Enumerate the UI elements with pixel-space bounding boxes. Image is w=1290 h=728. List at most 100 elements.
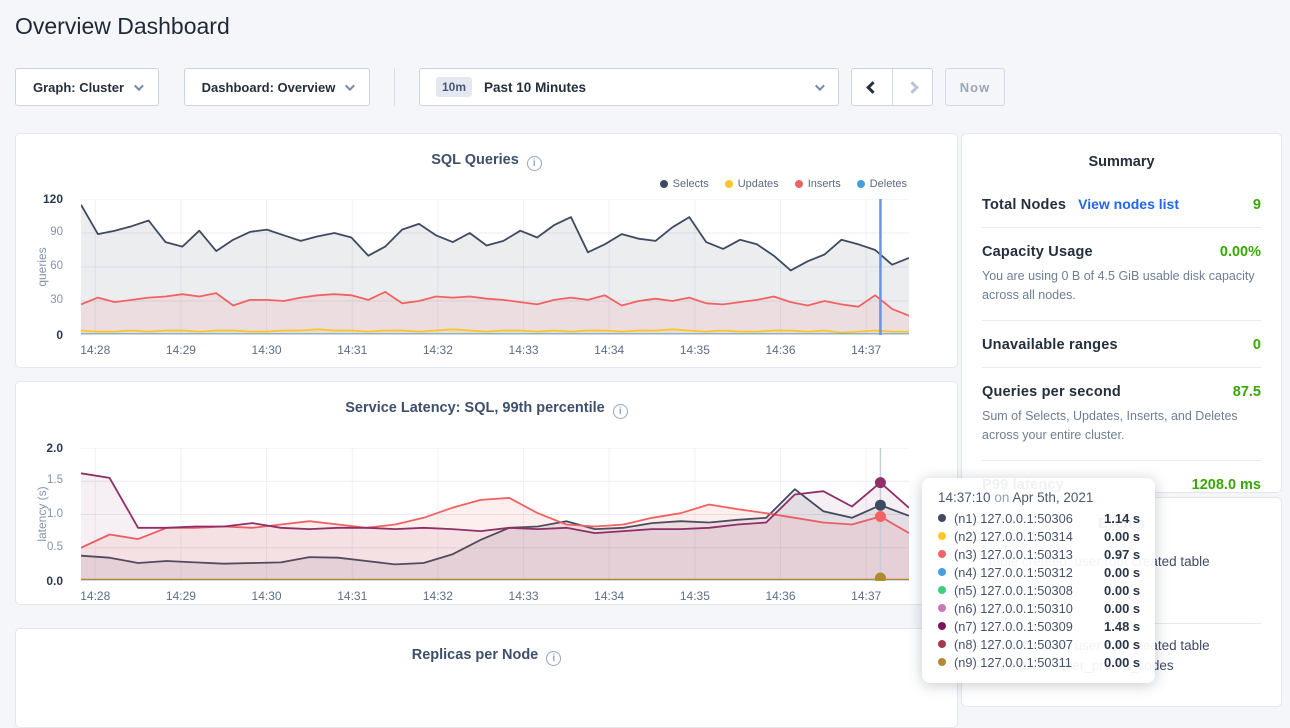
p99-latency-value: 1208.0 ms — [1192, 477, 1261, 493]
summary-title: Summary — [982, 134, 1261, 170]
replicas-per-node-title: Replicas per Node i — [16, 647, 957, 666]
tooltip-node-row: (n8) 127.0.0.1:503070.00 s — [938, 635, 1141, 653]
sql-queries-panel: SQL Queriesi Selects Updates Inserts Delete… — [15, 133, 958, 368]
chevron-down-icon — [815, 81, 825, 91]
x-tick-label: 14:28 — [80, 343, 110, 357]
sql-y-axis-label: queries — [35, 247, 49, 286]
tooltip-node-value: 1.48 s — [1104, 619, 1140, 634]
legend-dot-icon — [857, 180, 865, 188]
sql-queries-title: SQL Queriesi — [16, 152, 957, 171]
time-step-group — [851, 68, 933, 106]
node-color-dot-icon — [938, 532, 946, 540]
x-tick-label: 14:28 — [80, 589, 110, 603]
unavailable-ranges-label: Unavailable ranges — [982, 337, 1118, 353]
toolbar-divider — [394, 68, 395, 106]
node-color-dot-icon — [938, 658, 946, 666]
time-step-back-button[interactable] — [852, 69, 892, 105]
capacity-description: You are using 0 B of 4.5 GiB usable disk… — [982, 260, 1261, 306]
legend-dot-icon — [725, 180, 733, 188]
legend-item-inserts[interactable]: Inserts — [795, 178, 841, 190]
graph-dropdown-label: Graph: Cluster — [33, 80, 124, 95]
capacity-label: Capacity Usage — [982, 244, 1093, 260]
tooltip-node-name: (n7) 127.0.0.1:50309 — [954, 619, 1104, 634]
now-button[interactable]: Now — [945, 68, 1005, 106]
total-nodes-label: Total Nodes — [982, 197, 1066, 213]
tooltip-node-value: 0.00 s — [1104, 565, 1140, 580]
legend-item-updates[interactable]: Updates — [725, 178, 779, 190]
service-latency-title-text: Service Latency: SQL, 99th percentile — [345, 400, 605, 416]
time-step-forward-button[interactable] — [892, 69, 932, 105]
tooltip-timestamp: 14:37:10 on Apr 5th, 2021 — [938, 490, 1141, 509]
x-tick-label: 14:31 — [337, 343, 367, 357]
node-color-dot-icon — [938, 622, 946, 630]
x-tick-label: 14:32 — [423, 343, 453, 357]
node-color-dot-icon — [938, 640, 946, 648]
node-color-dot-icon — [938, 568, 946, 576]
tooltip-node-name: (n4) 127.0.0.1:50312 — [954, 565, 1104, 580]
tooltip-time: 14:37:10 — [938, 490, 991, 505]
y-tick-label: 1.5 — [16, 474, 72, 486]
info-icon[interactable]: i — [527, 156, 542, 171]
legend-dot-icon — [660, 180, 668, 188]
node-color-dot-icon — [938, 586, 946, 594]
graph-dropdown[interactable]: Graph: Cluster — [15, 68, 159, 106]
legend-label: Updates — [738, 178, 779, 190]
replicas-title-text: Replicas per Node — [412, 647, 539, 663]
tooltip-node-value: 1.14 s — [1104, 511, 1140, 526]
x-tick-label: 14:37 — [851, 589, 881, 603]
y-tick-label: 0.5 — [16, 541, 72, 553]
tooltip-rows: (n1) 127.0.0.1:503061.14 s(n2) 127.0.0.1… — [938, 509, 1141, 671]
y-tick-label: 0.0 — [16, 574, 72, 588]
summary-capacity: Capacity Usage 0.00% You are using 0 B o… — [982, 228, 1261, 321]
x-tick-label: 14:36 — [765, 343, 795, 357]
x-tick-label: 14:35 — [680, 343, 710, 357]
tooltip-date: Apr 5th, 2021 — [1012, 490, 1093, 505]
total-nodes-value: 9 — [1253, 197, 1261, 213]
info-icon[interactable]: i — [613, 404, 628, 419]
summary-total-nodes: Total Nodes View nodes list 9 — [982, 180, 1261, 228]
tooltip-node-row: (n9) 127.0.0.1:503110.00 s — [938, 653, 1141, 671]
service-latency-chart[interactable] — [81, 448, 909, 581]
x-tick-label: 14:37 — [851, 343, 881, 357]
dashboard-dropdown-label: Dashboard: Overview — [202, 80, 336, 95]
capacity-value: 0.00% — [1220, 244, 1261, 260]
x-tick-label: 14:33 — [509, 343, 539, 357]
view-nodes-list-link[interactable]: View nodes list — [1078, 196, 1179, 212]
service-latency-panel: Service Latency: SQL, 99th percentile i 0… — [15, 381, 958, 605]
y-tick-label: 0 — [16, 328, 72, 342]
time-range-badge: 10m — [436, 77, 472, 97]
node-color-dot-icon — [938, 550, 946, 558]
info-icon[interactable]: i — [546, 651, 561, 666]
tooltip-node-row: (n6) 127.0.0.1:503100.00 s — [938, 599, 1141, 617]
tooltip-node-name: (n9) 127.0.0.1:50311 — [954, 655, 1104, 670]
latency-y-axis-label: latency (s) — [35, 486, 49, 541]
tooltip-node-row: (n2) 127.0.0.1:503140.00 s — [938, 527, 1141, 545]
tooltip-node-name: (n5) 127.0.0.1:50308 — [954, 583, 1104, 598]
dashboard-dropdown[interactable]: Dashboard: Overview — [184, 68, 370, 106]
x-tick-label: 14:31 — [337, 589, 367, 603]
service-latency-title: Service Latency: SQL, 99th percentile i — [16, 400, 957, 419]
time-range-dropdown[interactable]: 10m Past 10 Minutes — [419, 68, 839, 106]
legend-item-deletes[interactable]: Deletes — [857, 178, 907, 190]
tooltip-node-name: (n8) 127.0.0.1:50307 — [954, 637, 1104, 652]
tooltip-node-value: 0.00 s — [1104, 637, 1140, 652]
tooltip-node-value: 0.00 s — [1104, 601, 1140, 616]
tooltip-node-name: (n6) 127.0.0.1:50310 — [954, 601, 1104, 616]
tooltip-node-value: 0.00 s — [1104, 583, 1140, 598]
y-tick-label: 30 — [16, 294, 72, 306]
unavailable-ranges-value: 0 — [1253, 337, 1261, 353]
time-range-label: Past 10 Minutes — [484, 80, 586, 95]
tooltip-node-row: (n3) 127.0.0.1:503130.97 s — [938, 545, 1141, 563]
summary-unavailable: Unavailable ranges 0 — [982, 321, 1261, 368]
sql-queries-chart[interactable] — [81, 199, 909, 335]
x-tick-label: 14:29 — [166, 343, 196, 357]
x-tick-label: 14:36 — [765, 589, 795, 603]
summary-panel: Summary Total Nodes View nodes list 9 Ca… — [961, 133, 1282, 493]
x-tick-label: 14:30 — [252, 343, 282, 357]
tooltip-node-name: (n2) 127.0.0.1:50314 — [954, 529, 1104, 544]
legend-item-selects[interactable]: Selects — [660, 178, 709, 190]
chevron-left-icon — [866, 81, 879, 94]
tooltip-node-row: (n4) 127.0.0.1:503120.00 s — [938, 563, 1141, 581]
y-tick-label: 90 — [16, 226, 72, 238]
tooltip-node-value: 0.97 s — [1104, 547, 1140, 562]
